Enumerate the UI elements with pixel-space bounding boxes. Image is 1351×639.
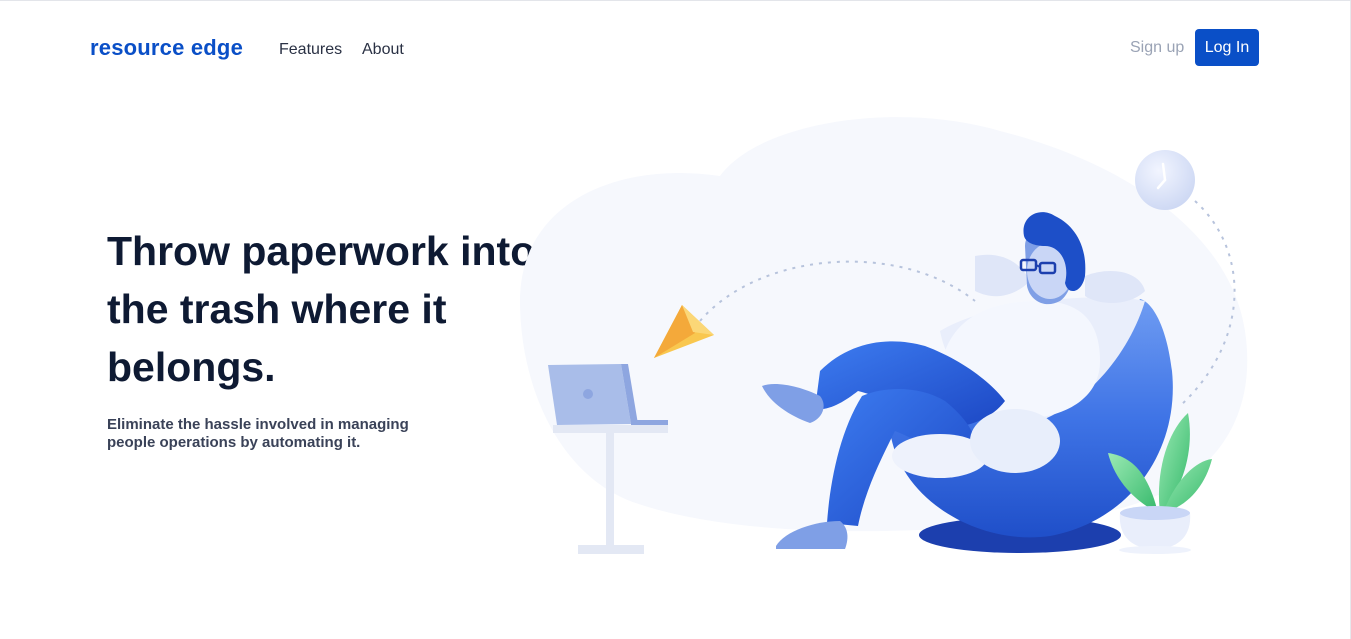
brand-logo[interactable]: resource edge <box>90 35 243 61</box>
clock-icon <box>1135 150 1195 210</box>
login-button[interactable]: Log In <box>1195 29 1259 66</box>
nav-link-about[interactable]: About <box>362 41 404 59</box>
landing-page: resource edge Features About Sign up Log… <box>0 0 1351 639</box>
signup-link[interactable]: Sign up <box>1130 39 1184 57</box>
cushion <box>970 409 1060 473</box>
hero-subtitle: Eliminate the hassle involved in managin… <box>107 416 409 451</box>
hero-illustration <box>520 117 1248 554</box>
nav-link-features[interactable]: Features <box>279 41 342 59</box>
hero-title: Throw paperwork into the trash where it … <box>107 228 536 390</box>
